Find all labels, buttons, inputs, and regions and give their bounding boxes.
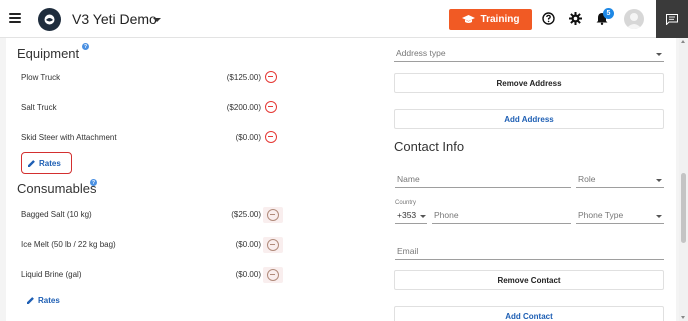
remove-item-icon[interactable]: [263, 237, 283, 253]
pencil-icon: [28, 159, 35, 167]
chevron-down-icon: [420, 215, 426, 218]
contact-name-input[interactable]: Name: [395, 172, 571, 188]
pencil-icon: [27, 296, 34, 304]
page-scrollbar[interactable]: [679, 38, 688, 321]
app-title[interactable]: V3 Yeti Demo: [72, 11, 157, 27]
notification-count-badge: 5: [603, 8, 614, 19]
remove-contact-button[interactable]: Remove Contact: [394, 270, 664, 290]
consumables-title: Consumables: [17, 181, 97, 196]
top-bar: V3 Yeti Demo Training 5: [0, 0, 688, 38]
user-avatar[interactable]: [624, 9, 644, 29]
scroll-down-arrow-icon[interactable]: [681, 316, 685, 319]
gear-icon[interactable]: [569, 12, 582, 25]
chat-button[interactable]: [656, 0, 688, 38]
contact-role-select[interactable]: Role: [576, 172, 664, 188]
country-label: Country: [395, 200, 417, 206]
consumables-rates-button[interactable]: Rates: [21, 290, 65, 310]
remove-item-icon[interactable]: [263, 207, 283, 223]
chevron-down-icon: [656, 215, 662, 218]
equipment-item-name: Plow Truck: [21, 73, 61, 82]
email-input[interactable]: Email: [395, 244, 664, 260]
scrollbar-thumb[interactable]: [681, 173, 686, 243]
remove-item-icon[interactable]: [265, 101, 277, 113]
equipment-info-icon[interactable]: ?: [82, 43, 89, 50]
add-address-button[interactable]: Add Address: [394, 109, 664, 129]
role-placeholder: Role: [578, 174, 596, 184]
content-panel: Equipment ? Plow Truck ($125.00) Salt Tr…: [6, 38, 676, 321]
phone-placeholder: Phone: [434, 210, 459, 220]
training-label: Training: [480, 14, 520, 25]
rates-label: Rates: [39, 158, 61, 168]
email-placeholder: Email: [397, 246, 419, 256]
app-logo[interactable]: [38, 8, 61, 31]
equipment-item-price: ($125.00): [226, 73, 261, 82]
graduation-cap-icon: [461, 15, 475, 23]
remove-item-icon[interactable]: [265, 71, 277, 83]
consumable-item-name: Bagged Salt (10 kg): [21, 210, 92, 219]
consumable-item-name: Ice Melt (50 lb / 22 kg bag): [21, 240, 116, 249]
remove-item-icon[interactable]: [263, 267, 283, 283]
consumables-info-icon[interactable]: ?: [90, 179, 97, 186]
equipment-rates-button[interactable]: Rates: [21, 152, 72, 174]
remove-item-icon[interactable]: [265, 131, 277, 143]
address-type-select[interactable]: Address type: [394, 46, 664, 62]
chevron-down-icon: [656, 179, 662, 182]
equipment-title: Equipment: [17, 46, 80, 61]
contact-info-title: Contact Info: [394, 139, 465, 154]
phone-input[interactable]: Phone: [432, 208, 571, 224]
remove-address-button[interactable]: Remove Address: [394, 73, 664, 93]
name-placeholder: Name: [397, 174, 420, 184]
phone-type-select[interactable]: Phone Type: [576, 208, 664, 224]
address-type-placeholder: Address type: [396, 48, 446, 58]
chat-bubble-icon: [666, 13, 678, 25]
equipment-item-name: Salt Truck: [21, 103, 57, 112]
phone-type-placeholder: Phone Type: [578, 210, 624, 220]
consumable-item-name: Liquid Brine (gal): [21, 270, 82, 279]
country-code-value: +353: [397, 210, 417, 220]
consumable-item-price: ($0.00): [235, 240, 261, 249]
user-silhouette-icon: [626, 13, 642, 29]
yeti-logo-icon: [44, 14, 55, 25]
equipment-item-price: ($0.00): [235, 133, 261, 142]
equipment-item-name: Skid Steer with Attachment: [21, 133, 117, 142]
hamburger-menu-icon[interactable]: [9, 13, 21, 23]
training-button[interactable]: Training: [449, 9, 532, 30]
app-switcher-chevron-down-icon[interactable]: [153, 18, 161, 22]
consumable-item-price: ($0.00): [235, 270, 261, 279]
chevron-down-icon: [656, 53, 662, 56]
country-code-select[interactable]: +353: [395, 208, 427, 224]
equipment-item-price: ($200.00): [226, 103, 261, 112]
rates-label: Rates: [38, 295, 60, 305]
add-contact-button[interactable]: Add Contact: [394, 306, 664, 321]
help-circle-icon[interactable]: [542, 12, 555, 25]
scroll-up-arrow-icon[interactable]: [681, 40, 685, 43]
consumable-item-price: ($25.00): [231, 210, 261, 219]
